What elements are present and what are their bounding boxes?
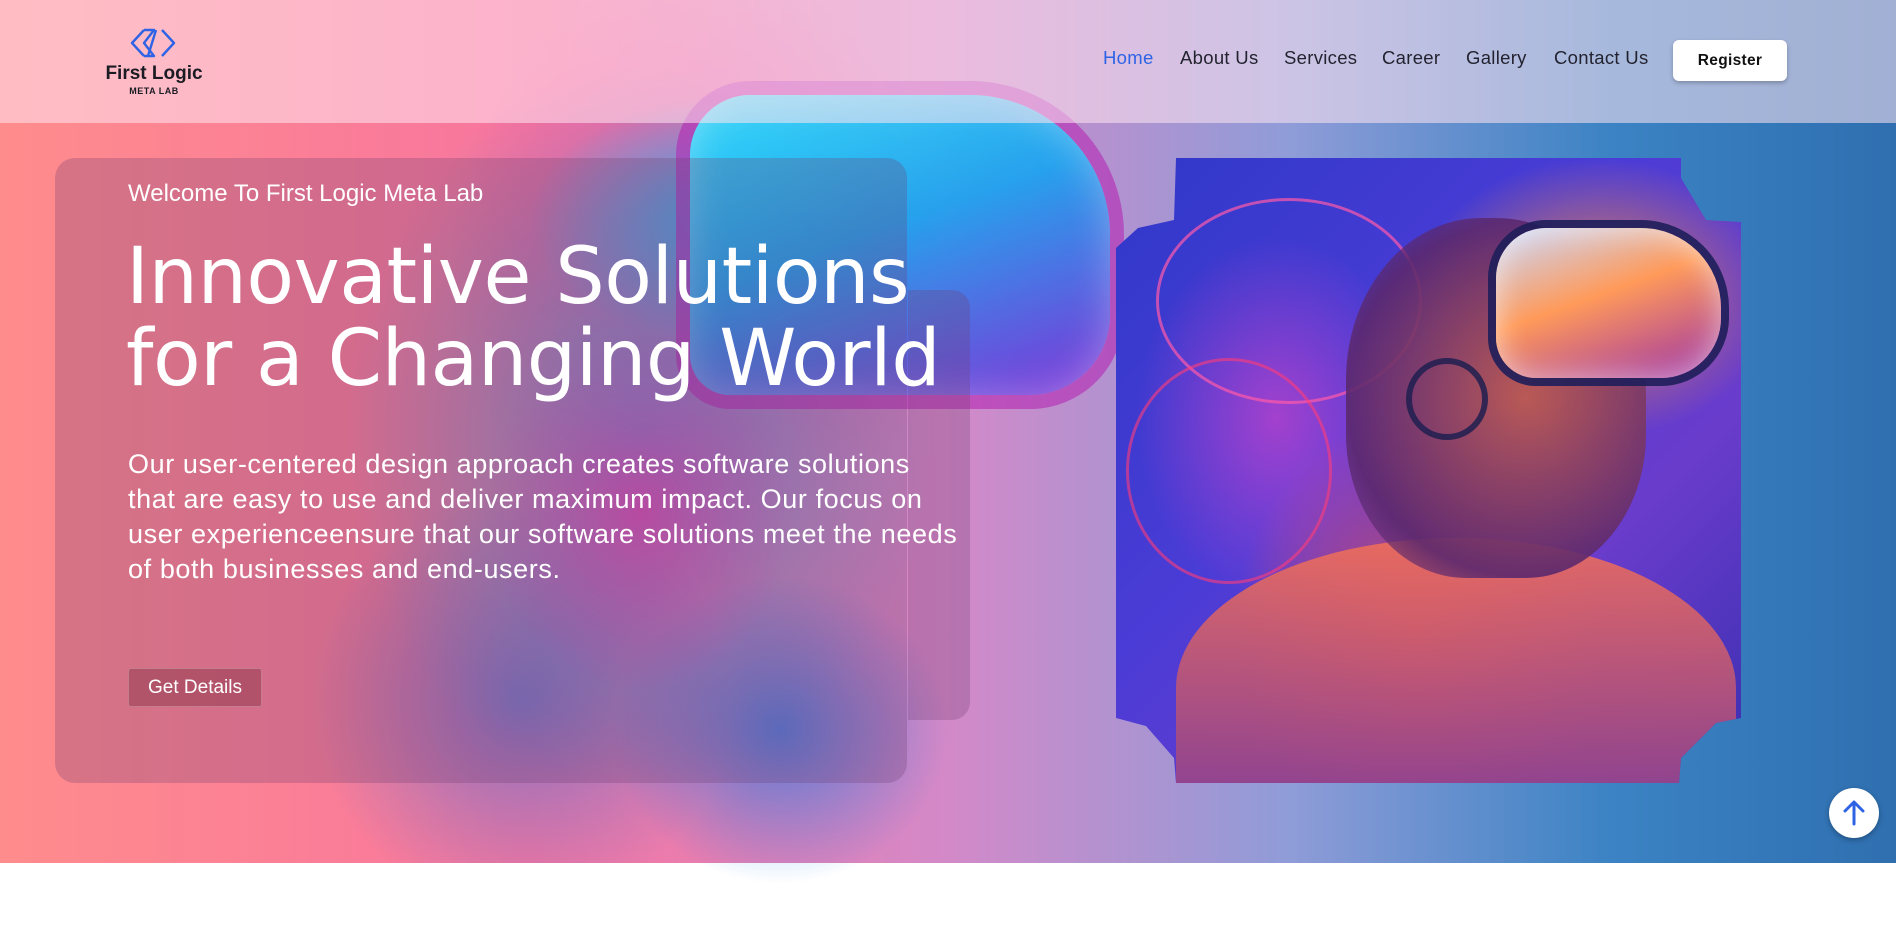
hero-headline-line-1: Innovative Solutions (126, 232, 910, 322)
hero-welcome-text: Welcome To First Logic Meta Lab (128, 180, 484, 207)
nav-item-home[interactable]: Home (1103, 47, 1154, 69)
scroll-to-top-button[interactable] (1829, 788, 1879, 838)
arrow-up-icon (1843, 800, 1865, 826)
navbar: First Logic META LAB Home About Us Servi… (0, 0, 1896, 123)
register-button[interactable]: Register (1673, 40, 1787, 81)
brand-tagline: META LAB (129, 86, 179, 96)
code-brackets-icon (130, 28, 176, 58)
nav-item-gallery[interactable]: Gallery (1466, 47, 1527, 69)
get-details-button[interactable]: Get Details (128, 668, 262, 707)
hero-vr-photo (1116, 158, 1741, 783)
photo-neon-hair (1126, 358, 1332, 584)
hero-headline: Innovative Solutions for a Changing Worl… (126, 236, 946, 400)
nav-item-career[interactable]: Career (1382, 47, 1440, 69)
nav-item-contact-us[interactable]: Contact Us (1554, 47, 1649, 69)
brand-name: First Logic (105, 63, 203, 84)
hero-description: Our user-centered design approach create… (128, 449, 958, 584)
nav-item-about-us[interactable]: About Us (1180, 47, 1259, 69)
hero-headline-line-2: for a Changing World (126, 314, 941, 404)
photo-vr-visor (1496, 228, 1721, 378)
headphones-icon (1406, 358, 1488, 440)
nav-item-services[interactable]: Services (1284, 47, 1357, 69)
brand-logo[interactable]: First Logic META LAB (100, 26, 210, 98)
